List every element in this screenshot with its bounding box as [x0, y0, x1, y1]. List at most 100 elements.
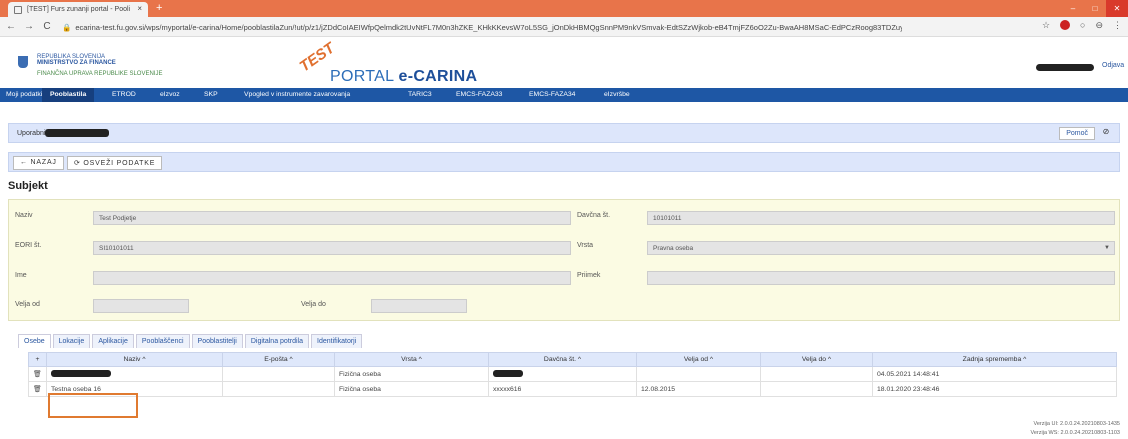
cell-vrsta: Fizična oseba [334, 366, 489, 382]
delete-icon[interactable]: 🗑 [28, 366, 47, 382]
action-bar: ← NAZAJ ⟳ OSVEŽI PODATKE [8, 152, 1120, 172]
column-header-zadnja-sprememba[interactable]: Zadnja sprememba ^ [872, 352, 1117, 367]
table-row[interactable]: 🗑 Fizična oseba 04.05.2021 14:48:41 [28, 366, 1117, 382]
add-row-button[interactable]: + [28, 352, 47, 367]
davcna-field[interactable]: 10101011 [647, 211, 1115, 225]
back-label: NAZAJ [30, 159, 57, 166]
column-header-vrsta[interactable]: Vrsta ^ [334, 352, 489, 367]
authority-name: FINANČNA UPRAVA REPUBLIKE SLOVENIJE [37, 71, 163, 77]
window-controls: – □ ✕ [1062, 0, 1128, 17]
redacted-user [45, 129, 109, 137]
column-header-eposta[interactable]: E-pošta ^ [222, 352, 335, 367]
menu-item-skp[interactable]: SKP [204, 91, 218, 98]
naziv-field[interactable]: Test Podjetje [93, 211, 571, 225]
portal-prefix: PORTAL [330, 68, 399, 85]
menu-item-etrod[interactable]: ETROD [112, 91, 136, 98]
subject-tabs: Osebe Lokacije Aplikacije Pooblaščenci P… [18, 334, 364, 348]
version-ui: Verzija UI: 2.0.0.24.20210803-1435 [1033, 421, 1120, 427]
menu-item-taric3[interactable]: TARIC3 [408, 91, 432, 98]
favicon-icon [14, 5, 22, 14]
redacted-name [51, 369, 111, 377]
browser-tab[interactable]: [TEST] Furs zunanji portal - Pooli × [8, 2, 148, 17]
browser-tab-strip: [TEST] Furs zunanji portal - Pooli × + –… [0, 0, 1128, 17]
close-window-button[interactable]: ✕ [1106, 0, 1128, 17]
davcna-label: Davčna št. [577, 212, 611, 219]
menu-item-eizvoz[interactable]: eIzvoz [160, 91, 180, 98]
section-title: Subjekt [8, 180, 48, 192]
velja-do-label: Velja do [301, 301, 326, 308]
tab-aplikacije[interactable]: Aplikacije [92, 334, 134, 348]
velja-od-label: Velja od [15, 301, 40, 308]
menu-item-moji-podatki[interactable]: Moji podatki [6, 91, 42, 98]
cell-velja-do [760, 366, 873, 382]
tab-identifikatorji[interactable]: Identifikatorji [311, 334, 363, 348]
menu-item-eizvrsbe[interactable]: eIzvršbe [604, 91, 630, 98]
account-icon[interactable]: ⊖ [1095, 20, 1103, 31]
column-header-naziv[interactable]: Naziv ^ [46, 352, 223, 367]
url-field[interactable]: 🔒 ecarina-test.fu.gov.si/wps/myportal/e-… [62, 20, 902, 34]
refresh-label: OSVEŽI PODATKE [83, 160, 156, 167]
vrsta-select[interactable]: Pravna oseba ▼ [647, 241, 1115, 255]
ministry-logo: REPUBLIKA SLOVENIJA MINISTRSTVO ZA FINAN… [37, 54, 162, 77]
subject-form: Naziv Test Podjetje Davčna št. 10101011 … [8, 199, 1120, 321]
version-ws: Verzija WS: 2.0.0.24.20210803-1103 [1030, 430, 1121, 436]
back-arrow-icon[interactable]: ← [4, 21, 18, 32]
table-row[interactable]: 🗑 Testna oseba 16 Fizična oseba xxxxx616… [28, 381, 1117, 397]
profile-icon[interactable]: ○ [1080, 20, 1085, 31]
lock-icon: 🔒 [62, 22, 72, 32]
cell-zadnja-sprememba: 04.05.2021 14:48:41 [872, 366, 1117, 382]
table-header-row: + Naziv ^ E-pošta ^ Vrsta ^ Davčna št. ^… [28, 352, 1117, 367]
coat-of-arms-icon [18, 56, 28, 68]
eori-label: EORI št. [15, 242, 42, 249]
delete-icon[interactable]: 🗑 [28, 381, 47, 397]
eori-field[interactable]: SI10101011 [93, 241, 571, 255]
vrsta-label: Vrsta [577, 242, 594, 249]
minimize-button[interactable]: – [1062, 0, 1084, 17]
cell-davcna: xxxxx616 [488, 381, 637, 397]
user-bar: Uporabnik: Pomoč ⊘ [8, 123, 1120, 143]
main-menu: Moji podatki Pooblastila ETROD eIzvoz SK… [0, 88, 1128, 102]
tab-pooblastitelji[interactable]: Pooblastitelji [191, 334, 243, 348]
ministry-name: MINISTRSTVO ZA FINANCE [37, 60, 116, 66]
redacted-tax-number [493, 369, 523, 377]
tab-osebe[interactable]: Osebe [18, 334, 51, 348]
velja-od-field[interactable] [93, 299, 189, 313]
back-icon: ← [20, 159, 31, 166]
redacted-username [1036, 64, 1094, 71]
bookmark-star-icon[interactable]: ☆ [1042, 20, 1050, 31]
ime-field[interactable] [93, 271, 571, 285]
menu-item-emcs-faza34[interactable]: EMCS-FAZA34 [529, 91, 575, 98]
menu-item-vpogled[interactable]: Vpogled v instrumente zavarovanja [244, 91, 350, 98]
persons-table: + Naziv ^ E-pošta ^ Vrsta ^ Davčna št. ^… [28, 352, 1117, 397]
extension-icon[interactable] [1060, 20, 1071, 30]
help-button[interactable]: Pomoč [1059, 127, 1095, 140]
column-header-velja-do[interactable]: Velja do ^ [760, 352, 873, 367]
ime-label: Ime [15, 272, 27, 279]
column-header-davcna[interactable]: Davčna št. ^ [488, 352, 637, 367]
priimek-field[interactable] [647, 271, 1115, 285]
tab-digitalna-potrdila[interactable]: Digitalna potrdila [244, 334, 309, 348]
priimek-label: Priimek [577, 272, 601, 279]
cell-velja-od [636, 366, 761, 382]
tab-pooblascenci[interactable]: Pooblaščenci [135, 334, 190, 348]
menu-dots-icon[interactable]: ⋮ [1113, 20, 1122, 31]
back-button[interactable]: ← NAZAJ [13, 156, 64, 170]
menu-item-pooblastila[interactable]: Pooblastila [42, 88, 95, 102]
cell-velja-od: 12.08.2015 [636, 381, 761, 397]
tab-close-icon[interactable]: × [137, 4, 142, 13]
naziv-label: Naziv [15, 212, 33, 219]
maximize-button[interactable]: □ [1084, 0, 1106, 17]
new-tab-button[interactable]: + [156, 2, 162, 14]
velja-do-field[interactable] [371, 299, 467, 313]
settings-icon[interactable]: ⊘ [1099, 127, 1113, 140]
menu-item-emcs-faza33[interactable]: EMCS-FAZA33 [456, 91, 502, 98]
cell-davcna [488, 366, 637, 382]
column-header-velja-od[interactable]: Velja od ^ [636, 352, 761, 367]
reload-icon[interactable]: C [40, 21, 54, 32]
cell-eposta [222, 381, 335, 397]
address-bar: ← → C 🔒 ecarina-test.fu.gov.si/wps/mypor… [0, 17, 1128, 37]
refresh-button[interactable]: ⟳ OSVEŽI PODATKE [67, 156, 163, 170]
logout-link[interactable]: Odjava [1102, 62, 1124, 69]
tab-lokacije[interactable]: Lokacije [52, 334, 91, 348]
forward-arrow-icon[interactable]: → [22, 21, 36, 32]
